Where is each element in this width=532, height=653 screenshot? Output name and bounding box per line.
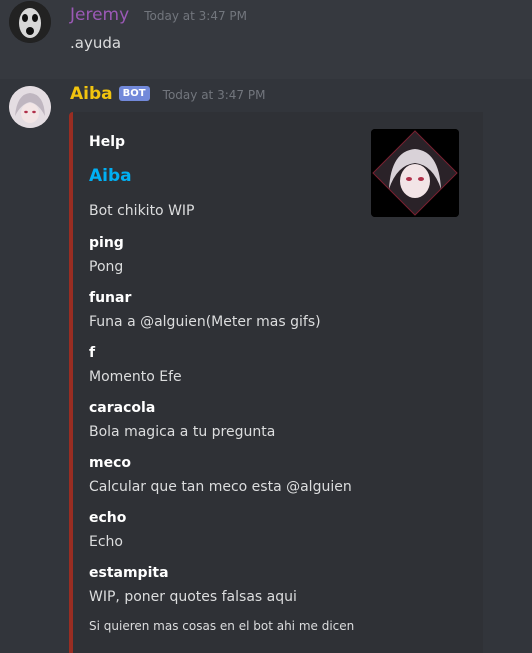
field-value: Echo xyxy=(89,534,123,550)
field-value: Calcular que tan meco esta @alguien xyxy=(89,479,352,495)
embed-field: f Momento Efe xyxy=(89,344,182,386)
message-header: Jeremy Today at 3:47 PM xyxy=(70,5,247,25)
embed-field: echo Echo xyxy=(89,509,126,551)
field-name: ping xyxy=(89,235,124,251)
field-name: meco xyxy=(89,455,131,471)
username[interactable]: Jeremy xyxy=(70,5,129,25)
message-header: Aiba BOT Today at 3:47 PM xyxy=(70,84,265,104)
embed-field: caracola Bola magica a tu pregunta xyxy=(89,399,275,441)
username[interactable]: Aiba xyxy=(70,84,113,104)
embed-field: meco Calcular que tan meco esta @alguien xyxy=(89,454,352,496)
embed-field: estampita WIP, poner quotes falsas aqui xyxy=(89,564,297,606)
timestamp: Today at 3:47 PM xyxy=(144,9,248,23)
field-value: WIP, poner quotes falsas aqui xyxy=(89,589,297,605)
message-jeremy: Jeremy Today at 3:47 PM .ayuda xyxy=(0,0,532,79)
field-name: f xyxy=(89,345,96,361)
message-text: .ayuda xyxy=(70,34,122,52)
embed-thumbnail[interactable] xyxy=(371,129,459,217)
field-name: caracola xyxy=(89,400,156,416)
embed-title[interactable]: Aiba xyxy=(89,166,132,186)
field-value: Momento Efe xyxy=(89,369,182,385)
field-name: echo xyxy=(89,510,127,526)
embed-author: Help xyxy=(89,134,126,150)
embed-footer: Si quieren mas cosas en el bot ahi me di… xyxy=(89,619,355,633)
field-value: Pong xyxy=(89,259,124,275)
field-name: funar xyxy=(89,290,132,306)
message-aiba: Aiba BOT Today at 3:47 PM Help Aiba Bot c… xyxy=(0,79,532,653)
timestamp: Today at 3:47 PM xyxy=(162,88,266,102)
embed-field: ping Pong xyxy=(89,234,124,276)
avatar[interactable] xyxy=(9,86,51,128)
embed-field: funar Funa a @alguien(Meter mas gifs) xyxy=(89,289,321,331)
field-name: estampita xyxy=(89,565,169,581)
field-value: Funa a @alguien(Meter mas gifs) xyxy=(89,314,321,330)
embed-description: Bot chikito WIP xyxy=(89,203,195,219)
avatar[interactable] xyxy=(9,1,51,43)
field-value: Bola magica a tu pregunta xyxy=(89,424,276,440)
help-embed: Help Aiba Bot chikito WIP ping Pong funa… xyxy=(69,112,483,653)
bot-badge: BOT xyxy=(118,86,150,101)
